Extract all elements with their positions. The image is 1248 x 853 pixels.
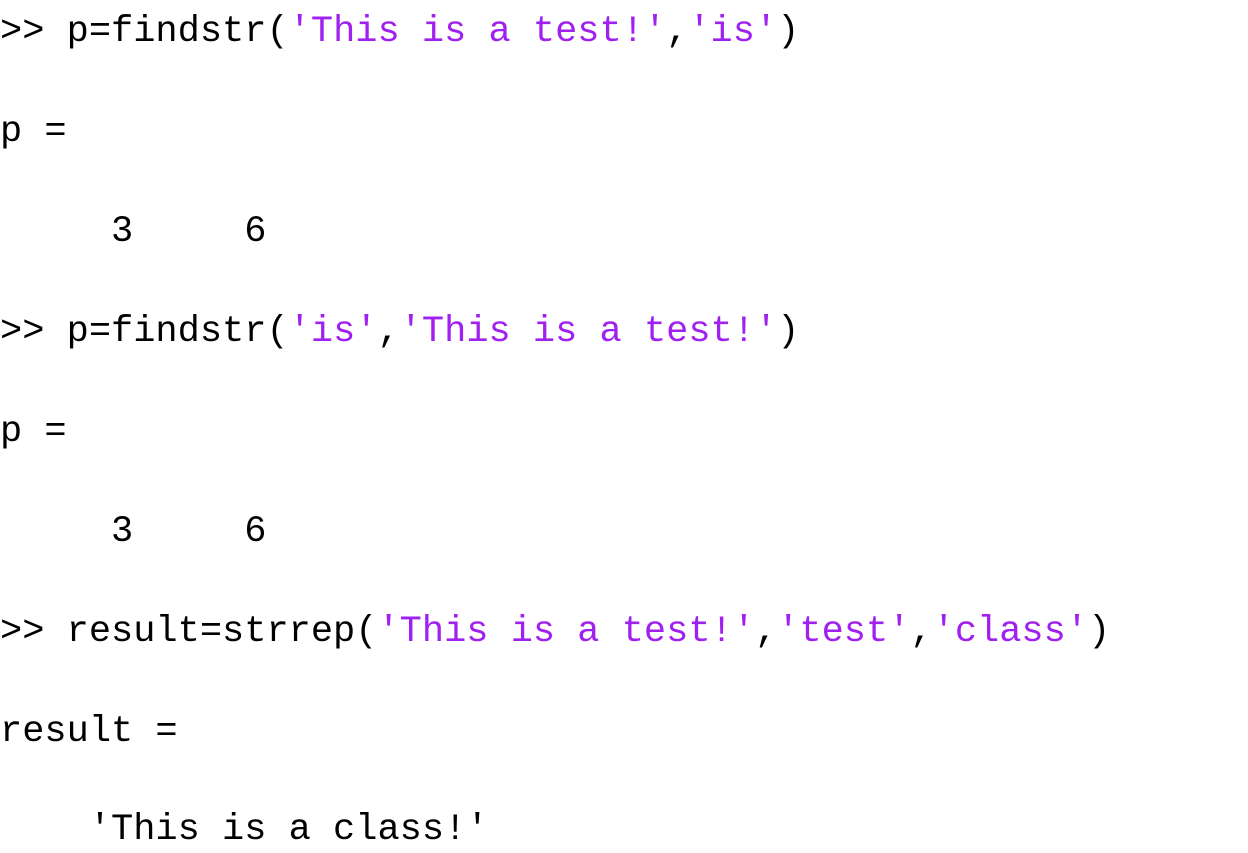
token-plain: >> p=findstr( — [0, 11, 289, 53]
token-plain: >> p=findstr( — [0, 311, 289, 353]
token-num: 3 6 — [0, 511, 267, 553]
console-output-line: 'This is a class!' — [0, 808, 1248, 852]
console-output-line: result = — [0, 710, 1248, 754]
token-num: 3 6 — [0, 211, 267, 253]
token-string: 'is' — [288, 311, 378, 353]
token-punct: , — [666, 11, 689, 53]
token-string: 'This is a test!' — [399, 311, 778, 353]
token-plain: ) — [777, 311, 800, 353]
token-string: 'This is a test!' — [288, 11, 667, 53]
console-command-line[interactable]: >> p=findstr('is','This is a test!') — [0, 310, 1248, 354]
token-string: 'test' — [777, 611, 911, 653]
token-plain: >> result=strrep( — [0, 611, 378, 653]
token-plain: result = — [0, 711, 178, 753]
console-command-line[interactable]: >> p=findstr('This is a test!','is') — [0, 10, 1248, 54]
token-string: 'is' — [688, 11, 778, 53]
token-plain: 'This is a class!' — [0, 809, 489, 851]
token-punct: , — [910, 611, 933, 653]
console-output-line: 3 6 — [0, 210, 1248, 254]
token-punct: , — [377, 311, 400, 353]
console-command-line[interactable]: >> result=strrep('This is a test!','test… — [0, 610, 1248, 654]
token-plain: p = — [0, 411, 67, 453]
token-punct: , — [754, 611, 778, 653]
token-plain: ) — [777, 11, 800, 53]
token-plain: ) — [1088, 611, 1111, 653]
token-string: 'This is a test!' — [377, 611, 755, 653]
token-plain: p = — [0, 111, 67, 153]
console-output-line: p = — [0, 110, 1248, 154]
token-string: 'class' — [932, 611, 1089, 653]
matlab-command-window[interactable]: >> p=findstr('This is a test!','is') p = … — [0, 0, 1248, 853]
console-output-line: 3 6 — [0, 510, 1248, 554]
console-output-line: p = — [0, 410, 1248, 454]
